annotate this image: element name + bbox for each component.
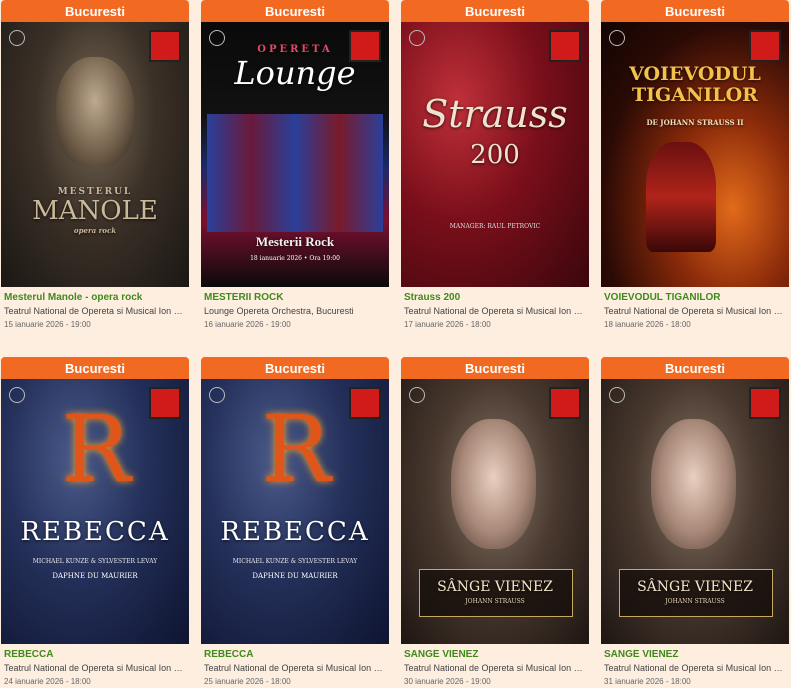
poster-title: VOIEVODUL TIGANILOR xyxy=(629,63,761,106)
ministry-emblem-icon xyxy=(409,387,425,403)
event-title[interactable]: VOIEVODUL TIGANILOR xyxy=(604,292,786,303)
event-date: 18 ianuarie 2026 - 18:00 xyxy=(604,320,691,329)
poster-subtitle: 200 xyxy=(470,140,520,170)
poster-title: REBECCA xyxy=(220,517,370,547)
portrait-illustration xyxy=(651,419,736,549)
event-venue: Teatrul National de Opereta si Musical I… xyxy=(604,663,786,673)
portrait-illustration xyxy=(56,57,134,167)
event-poster[interactable]: SÂNGE VIENEZ JOHANN STRAUSS xyxy=(401,379,589,644)
dancer-illustration xyxy=(646,142,716,252)
event-poster[interactable]: SÂNGE VIENEZ JOHANN STRAUSS xyxy=(601,379,789,644)
poster-date-line: 18 ianuarie 2026 • Ora 19:00 xyxy=(250,255,340,262)
event-date: 31 ianuarie 2026 - 18:00 xyxy=(604,677,691,686)
poster-novel-author: DAPHNE DU MAURIER xyxy=(252,572,338,580)
theatre-logo-icon xyxy=(149,387,181,419)
poster-manager-line: MANAGER: RAUL PETROVIC xyxy=(449,223,541,230)
event-card[interactable]: Bucuresti OPERETA Lounge Mesterii Rock 1… xyxy=(201,0,389,329)
poster-subtitle: Mesterii Rock xyxy=(255,234,335,249)
event-title[interactable]: Mesterul Manole - opera rock xyxy=(4,292,186,303)
poster-title: SÂNGE VIENEZ xyxy=(637,579,753,595)
rebecca-r-logo-icon: R xyxy=(61,396,131,503)
event-card[interactable]: Bucuresti R REBECCA MICHAEL KUNZE & SYLV… xyxy=(201,357,389,686)
theatre-logo-icon xyxy=(749,30,781,62)
poster-title: SÂNGE VIENEZ xyxy=(437,579,553,595)
event-title[interactable]: SANGE VIENEZ xyxy=(404,649,586,660)
city-label: Bucuresti xyxy=(1,357,189,379)
event-title[interactable]: REBECCA xyxy=(4,649,186,660)
event-venue: Teatrul National de Opereta si Musical I… xyxy=(404,306,586,316)
theatre-logo-icon xyxy=(549,387,581,419)
poster-authors: MICHAEL KUNZE & SYLVESTER LEVAY xyxy=(232,558,358,565)
event-date: 15 ianuarie 2026 - 19:00 xyxy=(4,320,91,329)
event-poster[interactable]: Strauss 200 MANAGER: RAUL PETROVIC xyxy=(401,22,589,287)
city-label: Bucuresti xyxy=(201,0,389,22)
event-date: 16 ianuarie 2026 - 19:00 xyxy=(204,320,291,329)
event-title[interactable]: MESTERII ROCK xyxy=(204,292,386,303)
event-poster[interactable]: MESTERUL MANOLE opera rock xyxy=(1,22,189,287)
event-venue: Teatrul National de Opereta si Musical I… xyxy=(4,663,186,673)
poster-subtitle: opera rock xyxy=(73,226,117,235)
ministry-emblem-icon xyxy=(9,387,25,403)
theatre-logo-icon xyxy=(749,387,781,419)
event-venue: Teatrul National de Opereta si Musical I… xyxy=(204,663,386,673)
portrait-illustration xyxy=(451,419,536,549)
poster-authors: MICHAEL KUNZE & SYLVESTER LEVAY xyxy=(32,558,158,565)
event-venue: Teatrul National de Opereta si Musical I… xyxy=(404,663,586,673)
city-label: Bucuresti xyxy=(201,357,389,379)
poster-subtitle: JOHANN STRAUSS xyxy=(465,598,525,605)
event-card[interactable]: Bucuresti SÂNGE VIENEZ JOHANN STRAUSS SA… xyxy=(401,357,589,686)
ministry-emblem-icon xyxy=(209,387,225,403)
poster-title: MANOLE xyxy=(32,196,158,226)
city-label: Bucuresti xyxy=(601,357,789,379)
city-label: Bucuresti xyxy=(601,0,789,22)
event-date: 24 ianuarie 2026 - 18:00 xyxy=(4,677,91,686)
event-poster[interactable]: OPERETA Lounge Mesterii Rock 18 ianuarie… xyxy=(201,22,389,287)
event-venue: Lounge Opereta Orchestra, Bucuresti xyxy=(204,306,354,316)
event-date: 17 ianuarie 2026 - 18:00 xyxy=(404,320,491,329)
event-card[interactable]: Bucuresti SÂNGE VIENEZ JOHANN STRAUSS SA… xyxy=(601,357,789,686)
event-venue: Teatrul National de Opereta si Musical I… xyxy=(4,306,186,316)
event-title[interactable]: Strauss 200 xyxy=(404,292,586,303)
event-poster[interactable]: VOIEVODUL TIGANILOR DE JOHANN STRAUSS II xyxy=(601,22,789,287)
theatre-logo-icon xyxy=(549,30,581,62)
ministry-emblem-icon xyxy=(9,30,25,46)
events-grid: Bucuresti MESTERUL MANOLE opera rock Mes… xyxy=(0,0,791,688)
band-photo xyxy=(207,114,383,232)
rebecca-r-logo-icon: R xyxy=(261,396,331,503)
city-label: Bucuresti xyxy=(401,0,589,22)
event-card[interactable]: Bucuresti Strauss 200 MANAGER: RAUL PETR… xyxy=(401,0,589,329)
poster-title: Lounge xyxy=(234,54,356,92)
event-card[interactable]: Bucuresti MESTERUL MANOLE opera rock Mes… xyxy=(1,0,189,329)
theatre-logo-icon xyxy=(349,387,381,419)
poster-title: Strauss xyxy=(422,92,568,136)
event-date: 30 ianuarie 2026 - 19:00 xyxy=(404,677,491,686)
event-card[interactable]: Bucuresti VOIEVODUL TIGANILOR DE JOHANN … xyxy=(601,0,789,329)
theatre-logo-icon xyxy=(149,30,181,62)
ministry-emblem-icon xyxy=(609,387,625,403)
event-date: 25 ianuarie 2026 - 18:00 xyxy=(204,677,291,686)
ministry-emblem-icon xyxy=(609,30,625,46)
poster-novel-author: DAPHNE DU MAURIER xyxy=(52,572,138,580)
city-label: Bucuresti xyxy=(1,0,189,22)
poster-title: REBECCA xyxy=(20,517,170,547)
poster-subtitle: DE JOHANN STRAUSS II xyxy=(646,118,744,127)
ministry-emblem-icon xyxy=(409,30,425,46)
city-label: Bucuresti xyxy=(401,357,589,379)
event-venue: Teatrul National de Opereta si Musical I… xyxy=(604,306,786,316)
event-title[interactable]: REBECCA xyxy=(204,649,386,660)
event-poster[interactable]: R REBECCA MICHAEL KUNZE & SYLVESTER LEVA… xyxy=(201,379,389,644)
poster-subtitle: JOHANN STRAUSS xyxy=(665,598,725,605)
event-poster[interactable]: R REBECCA MICHAEL KUNZE & SYLVESTER LEVA… xyxy=(1,379,189,644)
event-title[interactable]: SANGE VIENEZ xyxy=(604,649,786,660)
event-card[interactable]: Bucuresti R REBECCA MICHAEL KUNZE & SYLV… xyxy=(1,357,189,686)
